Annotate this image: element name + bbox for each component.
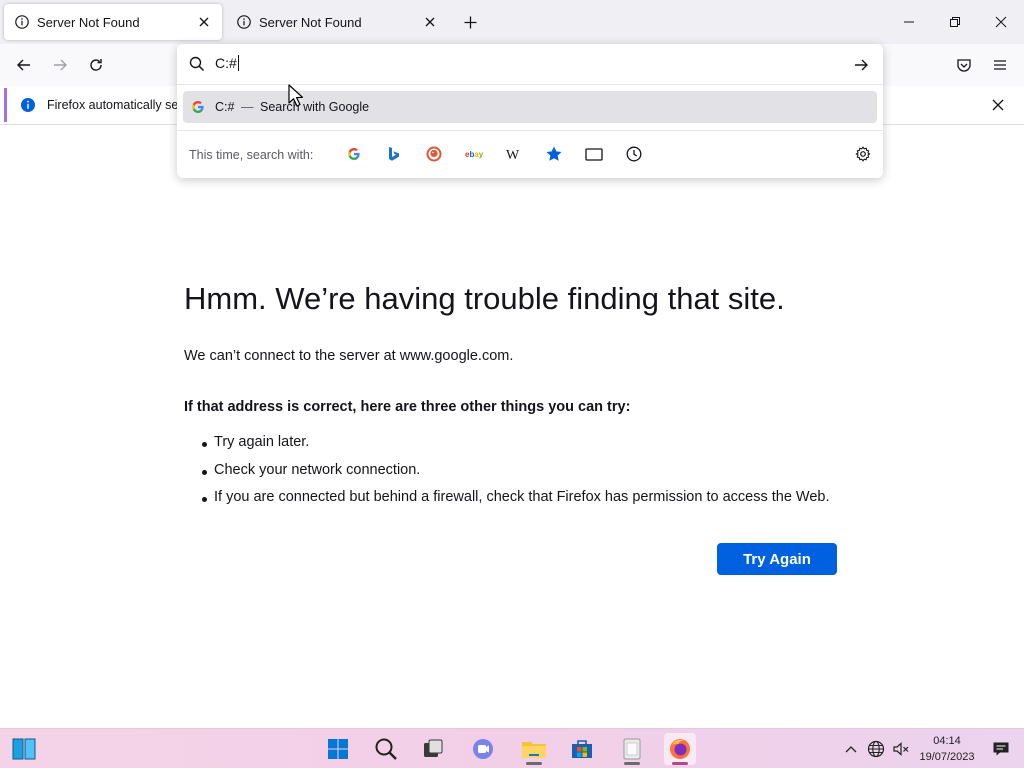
error-description: We can’t connect to the server at www.go… [184,348,514,364]
file-explorer-icon[interactable] [518,733,550,765]
svg-text:W: W [506,148,520,161]
task-view-icon[interactable] [417,733,449,765]
close-tab-icon[interactable] [418,10,442,34]
info-icon [20,97,36,113]
bing-icon[interactable] [380,142,408,166]
active-indicator [672,762,688,765]
arrow-right-icon [855,59,868,71]
suggestion-action: Search with Google [260,100,370,114]
clock[interactable]: 04:14 19/07/2023 [916,733,978,765]
list-item: Check your network connection. [184,462,884,490]
close-tab-icon[interactable] [192,10,216,34]
close-notification-button[interactable] [986,93,1010,117]
running-indicator [526,762,542,765]
tab-server-not-found-2[interactable]: Server Not Found [226,4,448,40]
tab-title: Server Not Found [37,14,140,30]
forward-arrow-icon [54,59,67,71]
list-item: If you are connected but behind a firewa… [184,489,884,517]
running-indicator [624,762,640,765]
volume-muted-icon[interactable] [891,739,911,759]
notifications-icon[interactable] [991,739,1011,759]
clock-time: 04:14 [933,735,961,747]
minimize-button[interactable] [886,0,932,44]
minimize-icon [904,21,914,23]
close-window-button[interactable] [978,0,1024,44]
close-icon [995,16,1007,28]
svg-text:ebay: ebay [465,150,484,159]
tab-title: Server Not Found [259,14,362,30]
back-button[interactable] [9,50,39,80]
close-icon [992,99,1004,111]
reload-button[interactable] [81,50,111,80]
history-icon[interactable] [620,142,648,166]
text-caret [237,55,239,71]
tab-server-not-found-1[interactable]: Server Not Found [4,4,222,40]
duckduckgo-icon[interactable] [420,142,448,166]
error-title: Hmm. We’re having trouble finding that s… [184,281,785,316]
info-icon [236,14,252,30]
divider [177,130,883,131]
restore-button[interactable] [932,0,978,44]
bookmarks-icon[interactable] [540,142,568,166]
notepad-icon[interactable] [616,733,648,765]
pocket-button[interactable] [949,50,979,80]
error-subheading: If that address is correct, here are thr… [184,399,631,415]
google-icon[interactable] [340,142,368,166]
ebay-icon[interactable]: ebay [461,142,489,166]
info-icon [14,14,30,30]
pocket-icon [957,59,971,72]
reload-icon [90,59,102,71]
menu-button[interactable] [985,50,1015,80]
urlbar-popup: C:# C:# — Search with Google This time, … [177,44,883,178]
taskbar: 04:14 19/07/2023 [0,728,1024,768]
tabs-icon[interactable] [580,142,608,166]
search-icon [189,56,205,72]
url-input[interactable]: C:# [215,55,239,71]
plus-icon [464,16,476,28]
clock-date: 19/07/2023 [919,751,975,763]
mouse-cursor-icon [288,84,304,107]
back-arrow-icon [17,59,30,71]
suggestion-separator: — [241,100,254,114]
widgets-icon[interactable] [8,733,40,765]
error-suggestions-list: Try again later. Check your network conn… [184,434,884,517]
chevron-up-icon[interactable] [841,739,861,759]
new-tab-button[interactable] [456,8,484,36]
list-item: Try again later. [184,434,884,462]
store-icon[interactable] [566,733,598,765]
search-icon[interactable] [370,733,402,765]
chat-icon[interactable] [467,733,499,765]
restore-icon [950,17,960,27]
try-again-button[interactable]: Try Again [717,543,837,575]
divider [177,84,883,85]
go-button[interactable] [849,53,873,77]
hamburger-menu-icon [994,60,1006,70]
start-icon[interactable] [322,733,354,765]
forward-button[interactable] [45,50,75,80]
google-icon [191,100,205,114]
wikipedia-icon[interactable]: W [500,142,528,166]
notification-text: Firefox automatically sen [47,98,186,112]
settings-gear-icon[interactable] [849,142,877,166]
tab-strip: Server Not Found Server Not Found [0,0,1024,44]
url-input-value: C:# [215,55,237,71]
firefox-icon[interactable] [664,733,696,765]
network-globe-icon[interactable] [866,739,886,759]
search-with-label: This time, search with: [189,148,314,162]
suggestion-query: C:# [215,100,235,114]
